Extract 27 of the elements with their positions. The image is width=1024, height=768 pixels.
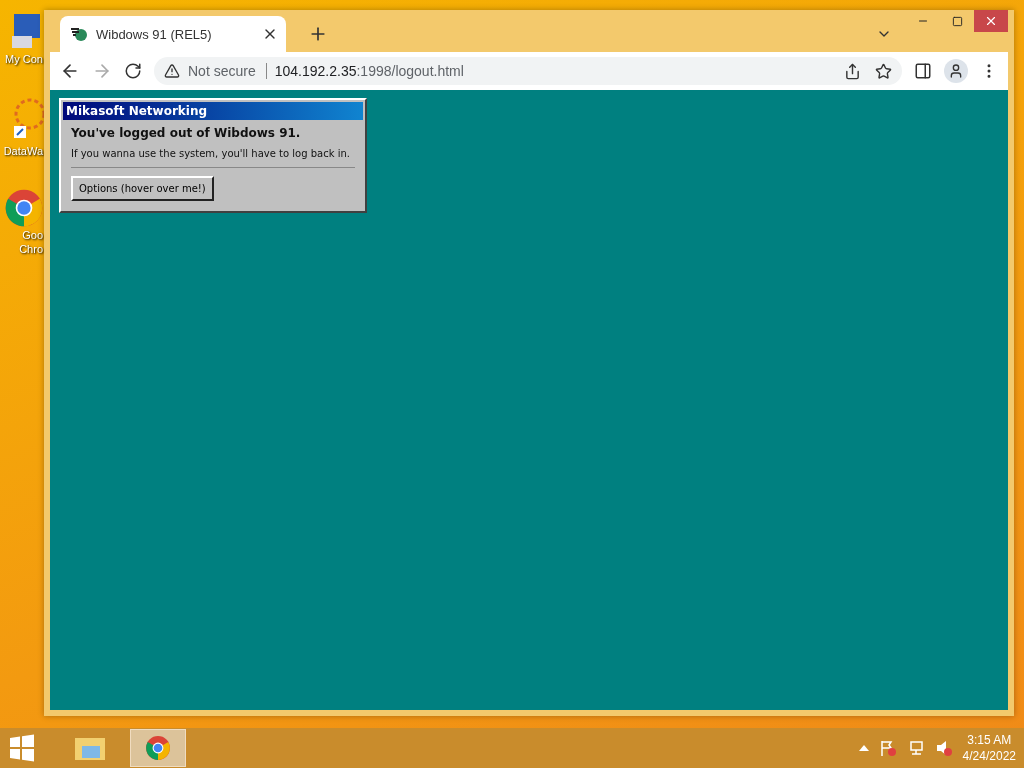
- desktop-icon-label: My Con: [5, 52, 44, 66]
- speaker-icon[interactable]: [934, 739, 953, 757]
- windows-start-icon[interactable]: [8, 734, 36, 762]
- dialog-message: If you wanna use the system, you'll have to log back in.: [71, 148, 355, 168]
- flag-icon[interactable]: [878, 739, 897, 757]
- chrome-icon: [145, 735, 171, 761]
- star-icon[interactable]: [875, 62, 892, 80]
- desktop-icon-label: Chro: [19, 242, 44, 256]
- browser-tab[interactable]: Wibdows 91 (REL5): [60, 16, 286, 52]
- reload-icon[interactable]: [124, 62, 142, 80]
- chrome-icon: [4, 188, 44, 228]
- url-text: 104.192.2.35:1998/logout.html: [274, 63, 464, 79]
- warning-icon: [164, 63, 180, 79]
- share-icon[interactable]: [844, 62, 861, 80]
- desktop-icon-label: Goo: [22, 228, 44, 242]
- dialog-heading: You've logged out of Wibdows 91.: [71, 126, 302, 140]
- desktop-icon-label: DataWa: [3, 144, 44, 158]
- dialog-title: Mikasoft Networking: [63, 102, 363, 120]
- tab-title: Wibdows 91 (REL5): [96, 26, 213, 42]
- close-icon[interactable]: [974, 10, 1008, 32]
- taskbar-button[interactable]: [130, 729, 186, 767]
- caret-up-icon[interactable]: [858, 745, 869, 751]
- profile-icon[interactable]: [944, 59, 968, 83]
- options-button[interactable]: Options (hover over me!): [71, 176, 214, 201]
- address-bar[interactable]: Not secure 104.192.2.35:1998/logout.html: [154, 57, 902, 85]
- side-panel-icon[interactable]: [914, 62, 932, 80]
- security-label: Not secure: [188, 63, 267, 79]
